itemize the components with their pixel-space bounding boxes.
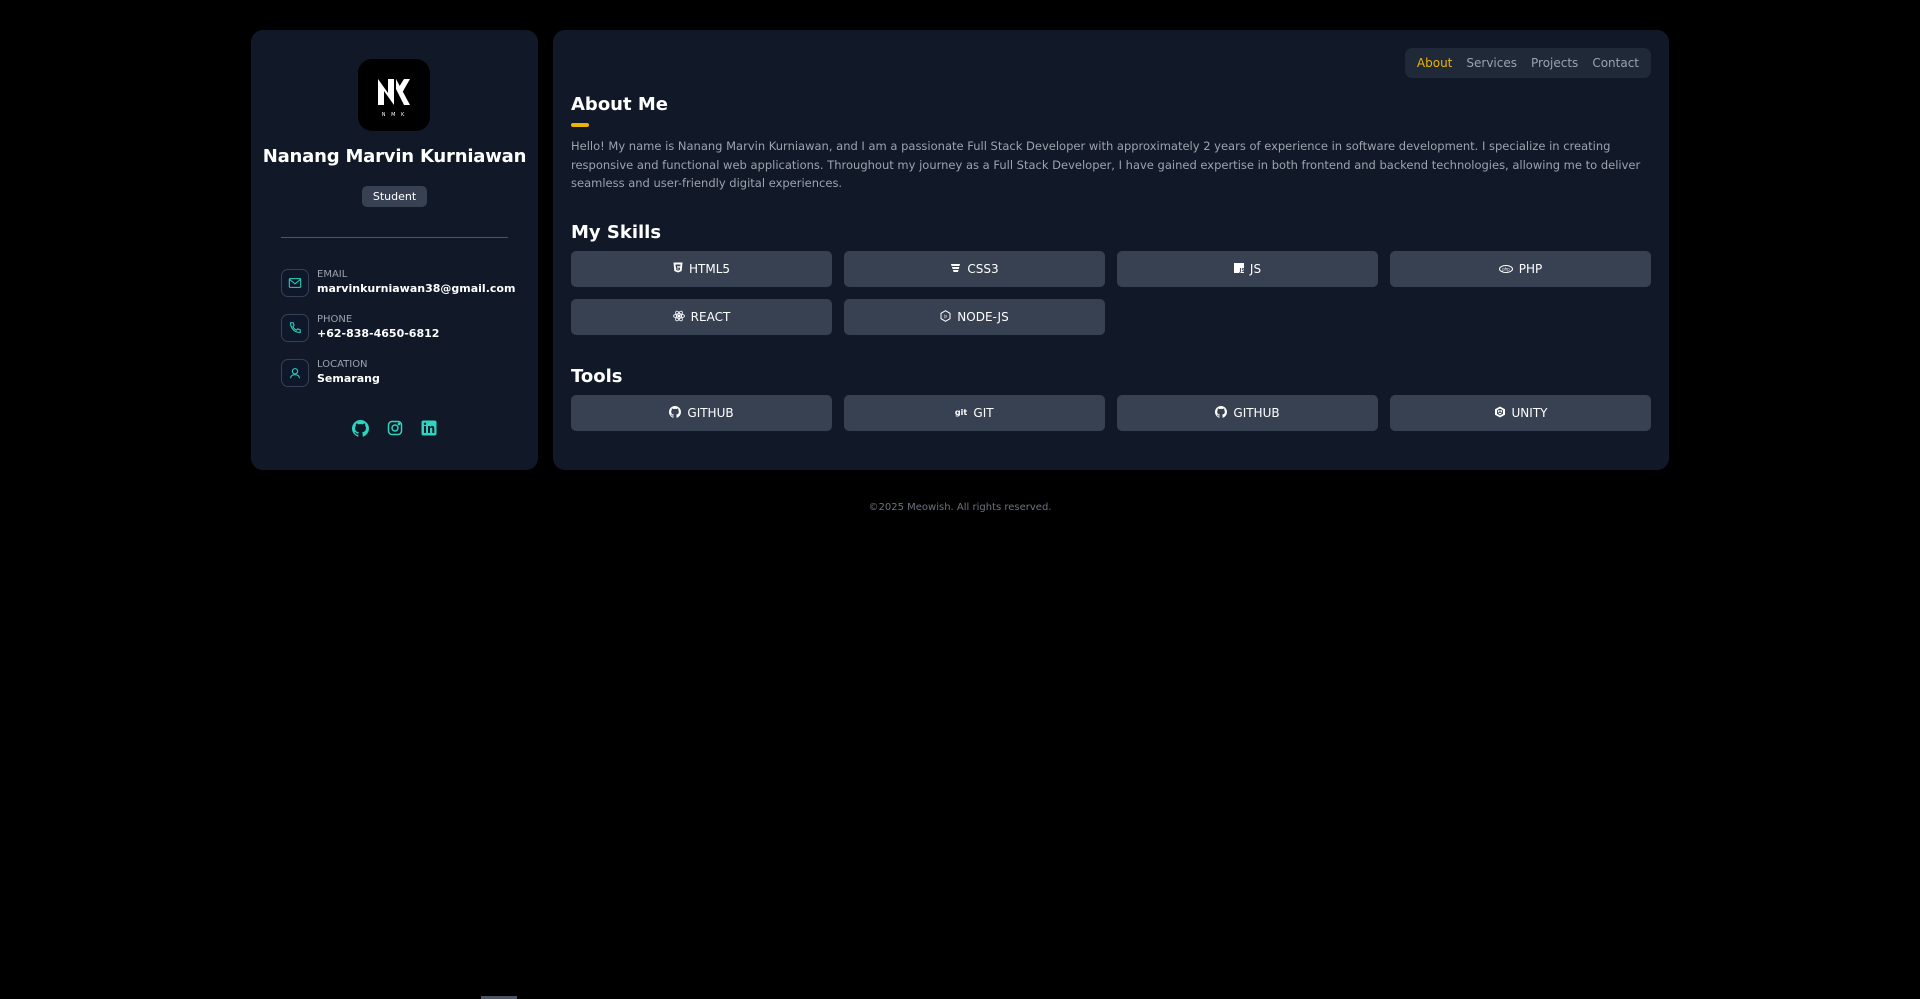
skill-label: NODE-JS: [957, 310, 1009, 324]
tool-label: UNITY: [1511, 406, 1548, 420]
svg-text:N M K: N M K: [382, 112, 407, 118]
github-icon: [669, 405, 682, 421]
main-panel: About Services Projects Contact About Me…: [553, 30, 1669, 470]
react-icon: [672, 310, 685, 325]
tools-grid: GITHUB git GIT GITHUB UNITY: [571, 395, 1651, 431]
contact-label: PHONE: [317, 314, 353, 325]
tool-github[interactable]: GITHUB: [1117, 395, 1378, 431]
phone-icon: [281, 314, 309, 342]
skills-grid: HTML5 CSS3 JS JS php PHP REACT js NODE-J…: [571, 251, 1651, 335]
tool-unity[interactable]: UNITY: [1390, 395, 1651, 431]
skill-label: PHP: [1518, 262, 1543, 276]
tool-label: GIT: [973, 406, 994, 420]
title-underline: [571, 123, 589, 127]
tool-git[interactable]: git GIT: [844, 395, 1105, 431]
svg-text:JS: JS: [1238, 268, 1244, 273]
tool-label: GITHUB: [1233, 406, 1280, 420]
nav-about[interactable]: About: [1417, 56, 1452, 70]
profile-sidebar: N M K Nanang Marvin Kurniawan Student EM…: [251, 30, 538, 470]
instagram-icon[interactable]: [386, 419, 404, 437]
nav-services[interactable]: Services: [1466, 56, 1517, 70]
footer-copyright: ©2025 Meowish. All rights reserved.: [868, 502, 1052, 513]
unity-icon: [1494, 406, 1506, 421]
mk-monogram-logo: N M K: [358, 59, 430, 131]
nav-projects[interactable]: Projects: [1531, 56, 1578, 70]
skills-title: My Skills: [571, 222, 662, 243]
svg-text:js: js: [943, 313, 947, 318]
phone-value[interactable]: +62-838-4650-6812: [317, 327, 439, 340]
github-icon: [1215, 405, 1228, 421]
skill-label: HTML5: [688, 262, 731, 276]
github-icon[interactable]: [352, 419, 370, 437]
top-nav: About Services Projects Contact: [1404, 48, 1651, 78]
location-value: Semarang: [317, 372, 380, 385]
skill-css3[interactable]: CSS3: [844, 251, 1105, 287]
svg-text:git: git: [955, 408, 967, 417]
mail-icon: [281, 269, 309, 297]
tool-label: GITHUB: [687, 406, 734, 420]
social-links: [251, 419, 538, 437]
tools-title: Tools: [571, 366, 623, 387]
divider: [281, 237, 508, 238]
svg-text:php: php: [1502, 267, 1510, 272]
profile-name: Nanang Marvin Kurniawan: [262, 146, 527, 167]
css3-icon: [950, 262, 961, 276]
location-icon: [281, 359, 309, 387]
html5-icon: [673, 262, 683, 276]
php-icon: php: [1498, 262, 1513, 276]
skill-label: REACT: [690, 310, 731, 324]
contact-label: EMAIL: [317, 269, 348, 280]
about-title: About Me: [571, 94, 668, 115]
skill-label: JS: [1249, 262, 1262, 276]
contact-location: LOCATION Semarang: [281, 358, 511, 390]
git-icon: git: [955, 406, 967, 420]
skill-php[interactable]: php PHP: [1390, 251, 1651, 287]
linkedin-icon[interactable]: [420, 419, 438, 437]
skill-html5[interactable]: HTML5: [571, 251, 832, 287]
contact-email: EMAIL marvinkurniawan38@gmail.com: [281, 268, 515, 300]
skill-label: CSS3: [967, 262, 999, 276]
contact-label: LOCATION: [317, 359, 368, 370]
role-badge: Student: [362, 186, 427, 207]
nodejs-icon: js: [940, 309, 951, 325]
email-value[interactable]: marvinkurniawan38@gmail.com: [317, 282, 515, 295]
skill-js[interactable]: JS JS: [1117, 251, 1378, 287]
nav-contact[interactable]: Contact: [1592, 56, 1639, 70]
js-icon: JS: [1233, 262, 1245, 276]
contact-phone: PHONE +62-838-4650-6812: [281, 313, 511, 345]
skill-nodejs[interactable]: js NODE-JS: [844, 299, 1105, 335]
tool-github[interactable]: GITHUB: [571, 395, 832, 431]
skill-react[interactable]: REACT: [571, 299, 832, 335]
about-text: Hello! My name is Nanang Marvin Kurniawa…: [571, 139, 1641, 190]
